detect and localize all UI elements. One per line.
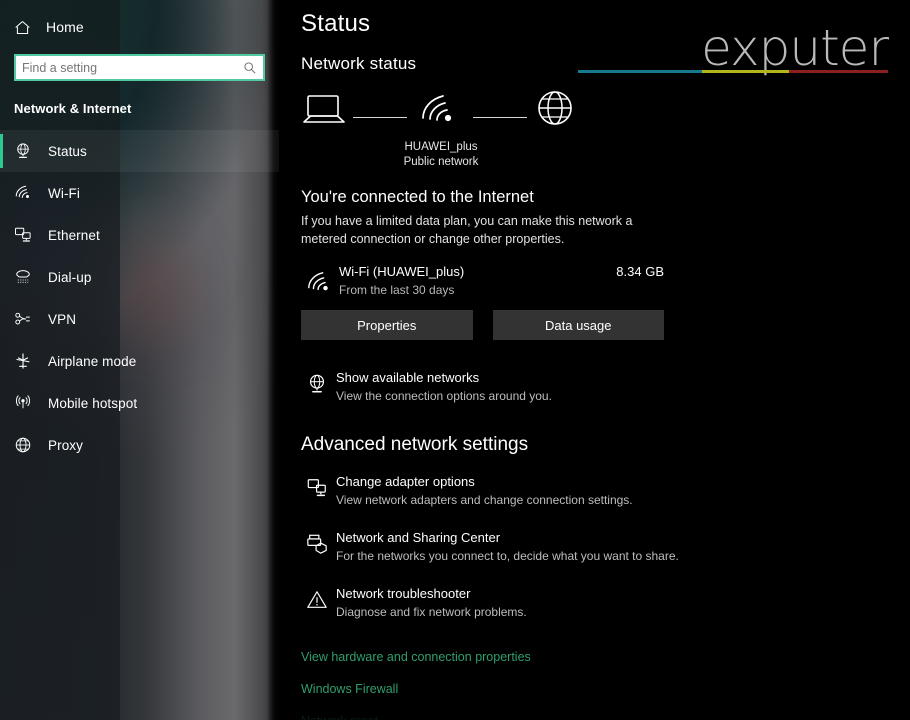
search-icon[interactable] — [237, 61, 263, 75]
network-troubleshooter-subtitle: Diagnose and fix network problems. — [336, 605, 527, 619]
globe-monitor-icon — [14, 142, 40, 160]
properties-button[interactable]: Properties — [301, 310, 473, 340]
show-available-networks-subtitle: View the connection options around you. — [336, 389, 552, 403]
wifi-icon — [14, 184, 40, 202]
main-content: exputer Status Network status HUAWEI_plu… — [279, 0, 910, 720]
globe-icon-diagram — [533, 90, 579, 132]
sidebar-item-home[interactable]: Home — [0, 10, 279, 44]
ethernet-icon — [14, 226, 40, 244]
sidebar-item-proxy[interactable]: Proxy — [0, 424, 279, 466]
sidebar-item-airplane-mode[interactable]: Airplane mode — [0, 340, 279, 382]
settings-window: Home Network & Internet Status Wi-Fi Ether… — [0, 0, 910, 720]
connected-title: You're connected to the Internet — [301, 188, 534, 206]
vpn-icon — [14, 310, 40, 328]
diagram-network-type: Public network — [403, 156, 479, 168]
sidebar-item-wi-fi[interactable]: Wi-Fi — [0, 172, 279, 214]
sidebar-item-label: Dial-up — [48, 269, 92, 285]
network-troubleshooter-title: Network troubleshooter — [336, 586, 471, 601]
watermark-text: exputer — [701, 19, 889, 77]
network-troubleshooter-row[interactable]: Network troubleshooter Diagnose and fix … — [301, 586, 721, 624]
show-available-networks-row[interactable]: Show available networks View the connect… — [301, 370, 721, 408]
dialup-phone-icon — [14, 268, 40, 286]
sidebar-item-vpn[interactable]: VPN — [0, 298, 279, 340]
connection-period: From the last 30 days — [339, 283, 455, 297]
watermark-rule — [578, 70, 888, 73]
connection-summary-row: Wi-Fi (HUAWEI_plus) From the last 30 day… — [301, 264, 664, 304]
network-diagram: HUAWEI_plus Public network — [301, 90, 581, 172]
watermark-rule-segment-3 — [788, 70, 888, 73]
sidebar-item-dial-up[interactable]: Dial-up — [0, 256, 279, 298]
data-used-value: 8.34 GB — [616, 264, 664, 279]
sidebar-item-label: VPN — [48, 311, 77, 327]
watermark-rule-segment-1 — [578, 70, 702, 73]
connected-description: If you have a limited data plan, you can… — [301, 214, 633, 246]
watermark-rule-segment-2 — [702, 70, 789, 73]
wifi-icon-diagram — [417, 90, 463, 132]
network-sharing-center-subtitle: For the networks you connect to, decide … — [336, 549, 679, 563]
sidebar-item-label: Wi-Fi — [48, 185, 80, 201]
settings-sidebar: Home Network & Internet Status Wi-Fi Ether… — [0, 0, 279, 720]
sidebar-group-title: Network & Internet — [14, 101, 132, 116]
wifi-icon — [305, 270, 333, 296]
diagram-network-caption: HUAWEI_plus Public network — [361, 140, 521, 170]
change-adapter-options-title: Change adapter options — [336, 474, 475, 489]
sharing-center-icon — [306, 533, 328, 555]
link-windows-firewall[interactable]: Windows Firewall — [301, 682, 910, 696]
hotspot-icon — [14, 394, 40, 412]
change-adapter-options-row[interactable]: Change adapter options View network adap… — [301, 474, 721, 512]
home-icon — [14, 19, 40, 36]
sidebar-item-status[interactable]: Status — [0, 130, 279, 172]
globe-icon — [14, 436, 40, 454]
search-input[interactable] — [16, 56, 237, 79]
globe-monitor-icon — [306, 373, 328, 395]
link-network-reset[interactable]: Network reset — [301, 714, 910, 720]
advanced-settings-heading: Advanced network settings — [301, 434, 529, 455]
network-sharing-center-row[interactable]: Network and Sharing Center For the netwo… — [301, 530, 721, 568]
sidebar-nav: Status Wi-Fi Ethernet Dial-up VPN Airplane mo… — [0, 130, 279, 466]
show-available-networks-title: Show available networks — [336, 370, 480, 385]
search-box[interactable] — [14, 54, 265, 81]
diagram-network-name: HUAWEI_plus — [404, 141, 478, 153]
diagram-link-left — [353, 117, 407, 118]
airplane-icon — [14, 352, 40, 370]
connection-buttons: Properties Data usage — [301, 310, 664, 340]
sidebar-item-label: Ethernet — [48, 227, 100, 243]
sidebar-item-label: Mobile hotspot — [48, 395, 138, 411]
sidebar-item-label: Proxy — [48, 437, 84, 453]
change-adapter-options-subtitle: View network adapters and change connect… — [336, 493, 633, 507]
sidebar-item-label: Airplane mode — [48, 353, 137, 369]
sidebar-search-wrap — [0, 44, 279, 81]
sidebar-item-mobile-hotspot[interactable]: Mobile hotspot — [0, 382, 279, 424]
warning-triangle-icon — [306, 589, 328, 611]
network-sharing-center-title: Network and Sharing Center — [336, 530, 501, 545]
sidebar-item-label: Status — [48, 143, 87, 159]
laptop-icon — [301, 90, 347, 132]
data-usage-button[interactable]: Data usage — [492, 310, 664, 340]
link-view-hardware-properties[interactable]: View hardware and connection properties — [301, 650, 910, 664]
sidebar-item-home-label: Home — [46, 19, 84, 35]
exputer-watermark: exputer — [578, 19, 889, 77]
diagram-link-right — [473, 117, 527, 118]
connection-name: Wi-Fi (HUAWEI_plus) — [339, 264, 465, 279]
sidebar-item-ethernet[interactable]: Ethernet — [0, 214, 279, 256]
adapter-monitor-icon — [306, 477, 328, 499]
